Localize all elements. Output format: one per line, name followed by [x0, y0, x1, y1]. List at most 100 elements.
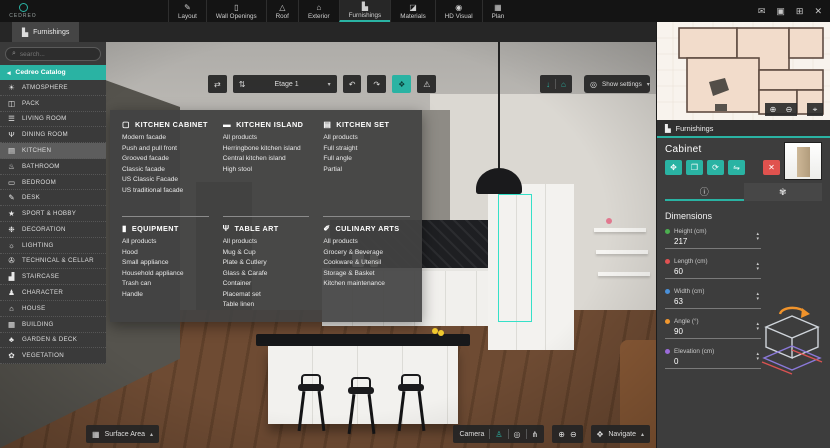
tab-hd-visual[interactable]: ◉ HD Visual — [435, 0, 482, 22]
menu-item[interactable]: Handle — [122, 290, 209, 301]
comments-icon[interactable]: ✉ — [758, 6, 766, 17]
height-stepper[interactable]: ▴ ▾ — [756, 232, 759, 242]
sidebar-item-sport-hobby[interactable]: ★ SPORT & HOBBY — [0, 206, 106, 222]
sidebar-item-technical-cellar[interactable]: ✇ TECHNICAL & CELLAR — [0, 254, 106, 270]
floor-plan-minimap[interactable]: ⊕ ⊖ ⌖ — [657, 22, 830, 120]
menu-item[interactable]: High stool — [223, 165, 310, 176]
menu-item[interactable]: All products — [323, 237, 410, 248]
tab-exterior[interactable]: ⌂ Exterior — [298, 0, 339, 22]
furnishings-subtab[interactable]: ▙ Furnishings — [12, 22, 79, 42]
sidebar-item-desk[interactable]: ✎ DESK — [0, 190, 106, 206]
person-view-icon[interactable]: ♙ — [495, 430, 502, 439]
sidebar-item-kitchen[interactable]: ▤ KITCHEN — [0, 143, 106, 159]
save-icon[interactable]: ▣ — [776, 6, 785, 17]
zoom-out-icon[interactable]: ⊖ — [570, 430, 577, 439]
menu-item[interactable]: Glass & Carafe — [223, 269, 310, 280]
sidebar-item-lighting[interactable]: ☼ LIGHTING — [0, 238, 106, 254]
show-settings-button[interactable]: ◎ Show settings ▾ — [584, 75, 650, 93]
menu-item[interactable]: Grocery & Beverage — [323, 248, 410, 259]
render-button[interactable]: ❖ — [392, 75, 411, 93]
panel-furnishings-tab[interactable]: ▙ Furnishings — [657, 120, 830, 138]
tab-materials[interactable]: ◪ Materials — [390, 0, 435, 22]
undo-button[interactable]: ↶ — [343, 75, 362, 93]
menu-item[interactable]: Cookware & Utensil — [323, 258, 410, 269]
menu-item[interactable]: US Classic Facade — [122, 175, 209, 186]
menu-item[interactable]: Storage & Basket — [323, 269, 410, 280]
height-input[interactable]: 217 — [674, 237, 761, 246]
navigate-button[interactable]: ✥ Navigate ▴ — [591, 425, 650, 443]
sidebar-item-pack[interactable]: ◫ PACK — [0, 96, 106, 112]
sidebar-item-living-room[interactable]: ☰ LIVING ROOM — [0, 112, 106, 128]
sidebar-item-building[interactable]: ▦ BUILDING — [0, 317, 106, 333]
menu-item[interactable]: Full angle — [323, 154, 410, 165]
menu-item[interactable]: All products — [122, 237, 209, 248]
tab-plan[interactable]: ▦ Plan — [482, 0, 514, 22]
menu-item[interactable]: Classic facade — [122, 165, 209, 176]
surface-area-button[interactable]: ▦ Surface Area ▴ — [86, 425, 159, 443]
stepper-down-icon[interactable]: ▾ — [756, 267, 759, 272]
width-input[interactable]: 63 — [674, 297, 761, 306]
cedreo-catalog-header[interactable]: ◂ Cedreo Catalog — [0, 65, 106, 80]
menu-item[interactable]: Container — [223, 279, 310, 290]
menu-item[interactable]: Herringbone kitchen island — [223, 144, 310, 155]
menu-item[interactable]: Hood — [122, 248, 209, 259]
menu-item[interactable]: Partial — [323, 165, 410, 176]
sidebar-item-bedroom[interactable]: ▭ BEDROOM — [0, 175, 106, 191]
zoom-in-icon[interactable]: ⊕ — [558, 430, 565, 439]
length-stepper[interactable]: ▴ ▾ — [756, 262, 759, 272]
home-view-icon[interactable]: ⌂ — [561, 80, 566, 89]
duplicate-button[interactable]: ❐ — [686, 160, 703, 175]
length-input[interactable]: 60 — [674, 267, 761, 276]
search-input[interactable] — [20, 51, 90, 58]
sidebar-item-house[interactable]: ⌂ HOUSE — [0, 301, 106, 317]
elevation-input[interactable]: 0 — [674, 357, 761, 366]
sidebar-item-character[interactable]: ♟ CHARACTER — [0, 285, 106, 301]
sidebar-item-bathroom[interactable]: ♨ BATHROOM — [0, 159, 106, 175]
tripod-height-icon[interactable]: ⋔ — [532, 430, 539, 439]
menu-item[interactable]: Trash can — [122, 279, 209, 290]
minimap-target-button[interactable]: ⌖ — [807, 103, 823, 116]
swap-button[interactable]: ⇋ — [728, 160, 745, 175]
floor-selector[interactable]: ⇅ Etage 1 ▾ — [233, 75, 337, 93]
sidebar-item-garden-deck[interactable]: ♣ GARDEN & DECK — [0, 333, 106, 349]
sidebar-item-staircase[interactable]: ▟ STAIRCASE — [0, 269, 106, 285]
menu-item[interactable]: All products — [323, 133, 410, 144]
tab-wall-openings[interactable]: ▯ Wall Openings — [206, 0, 266, 22]
fullscreen-icon[interactable]: ⊞ — [796, 6, 804, 17]
menu-item[interactable]: Mug & Cup — [223, 248, 310, 259]
menu-item[interactable]: Plate & Cutlery — [223, 258, 310, 269]
orientation-cube-widget[interactable] — [758, 298, 826, 380]
orbit-view-icon[interactable]: ◎ — [514, 430, 521, 439]
menu-item[interactable]: All products — [223, 237, 310, 248]
sidebar-item-decoration[interactable]: ❉ DECORATION — [0, 222, 106, 238]
sidebar-item-dining-room[interactable]: Ψ DINING ROOM — [0, 127, 106, 143]
tab-materials[interactable]: ✾ — [744, 183, 823, 201]
catalog-search[interactable]: ⌕ — [5, 47, 101, 61]
angle-input[interactable]: 90 — [674, 327, 761, 336]
menu-item[interactable]: Modern facade — [122, 133, 209, 144]
menu-item[interactable]: Kitchen maintenance — [323, 279, 410, 290]
tab-info[interactable]: ⓘ — [665, 183, 744, 201]
download-icon[interactable]: ↓ — [546, 80, 550, 89]
menu-item[interactable]: Placemat set — [223, 290, 310, 301]
redo-button[interactable]: ↷ — [367, 75, 386, 93]
menu-item[interactable]: US traditional facade — [122, 186, 209, 197]
menu-item[interactable]: Push and pull front — [122, 144, 209, 155]
sidebar-item-vegetation[interactable]: ✿ VEGETATION — [0, 348, 106, 364]
tab-roof[interactable]: △ Roof — [266, 0, 298, 22]
menu-item[interactable]: Grooved facade — [122, 154, 209, 165]
menu-item[interactable]: Household appliance — [122, 269, 209, 280]
menu-item[interactable]: All products — [223, 133, 310, 144]
stepper-down-icon[interactable]: ▾ — [756, 237, 759, 242]
compare-button[interactable]: ⇄ — [208, 75, 227, 93]
move-button[interactable]: ✥ — [665, 160, 682, 175]
warning-button[interactable]: ⚠ — [417, 75, 436, 93]
close-icon[interactable]: ✕ — [814, 6, 822, 17]
menu-item[interactable]: Table linen — [223, 300, 310, 311]
menu-item[interactable]: Full straight — [323, 144, 410, 155]
sidebar-item-atmosphere[interactable]: ☀ ATMOSPHERE — [0, 80, 106, 96]
menu-item[interactable]: Small appliance — [122, 258, 209, 269]
tab-layout[interactable]: ✎ Layout — [168, 0, 206, 22]
zoom-out-icon[interactable]: ⊖ — [781, 103, 797, 116]
menu-item[interactable]: Central kitchen island — [223, 154, 310, 165]
